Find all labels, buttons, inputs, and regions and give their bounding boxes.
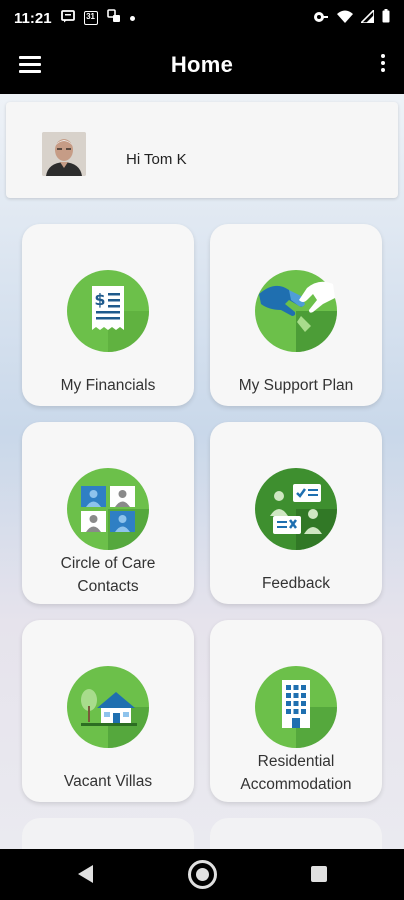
villa-house-icon xyxy=(67,666,149,748)
home-content[interactable]: Hi Tom K $ My Financials My Support Plan… xyxy=(0,94,404,849)
svg-text:$: $ xyxy=(94,290,105,309)
tile-residential-accommodation[interactable]: Residential Accommodation xyxy=(210,620,382,802)
status-bar: 11:21 31 xyxy=(0,0,404,36)
tile-label: Feedback xyxy=(261,575,331,592)
tile-label-line-2: Accommodation xyxy=(240,776,352,793)
helping-hands-icon xyxy=(255,270,337,352)
tile-partial-right[interactable] xyxy=(210,818,382,849)
calendar-date: 31 xyxy=(86,12,95,21)
apps-icon xyxy=(106,9,121,27)
system-navigation-bar xyxy=(0,849,404,900)
apartment-building-icon xyxy=(255,666,337,748)
tile-my-financials[interactable]: $ My Financials xyxy=(22,224,194,406)
recent-apps-icon[interactable] xyxy=(311,866,327,882)
financial-statement-icon: $ xyxy=(67,270,149,352)
tile-my-support-plan[interactable]: My Support Plan xyxy=(210,224,382,406)
signal-icon xyxy=(359,7,375,27)
tile-label-line-2: Contacts xyxy=(77,578,139,595)
message-icon xyxy=(60,9,75,27)
status-time: 11:21 xyxy=(14,9,52,27)
tile-label-line-1: Residential xyxy=(257,753,335,770)
contacts-grid-icon xyxy=(67,468,149,550)
more-vertical-icon[interactable] xyxy=(379,54,387,76)
profile-card[interactable]: Hi Tom K xyxy=(6,102,398,198)
greeting-text: Hi Tom K xyxy=(126,151,187,168)
tile-label: Residential Accommodation xyxy=(214,750,378,796)
tile-label: My Financials xyxy=(60,377,156,394)
tile-vacant-villas[interactable]: Vacant Villas xyxy=(22,620,194,802)
tile-label-line-1: Circle of Care xyxy=(60,555,156,572)
tile-label: My Support Plan xyxy=(238,377,354,394)
hamburger-menu-icon[interactable] xyxy=(19,56,41,74)
home-icon[interactable] xyxy=(188,860,217,889)
tile-circle-of-care-contacts[interactable]: Circle of Care Contacts xyxy=(22,422,194,604)
calendar-icon: 31 xyxy=(83,11,98,25)
tile-label: Circle of Care Contacts xyxy=(26,552,190,598)
tile-partial-left[interactable] xyxy=(22,818,194,849)
vpn-key-icon xyxy=(313,10,329,27)
page-title: Home xyxy=(170,52,234,77)
wifi-icon xyxy=(337,10,353,27)
dot-icon xyxy=(129,15,135,21)
battery-icon xyxy=(382,9,390,27)
tile-feedback[interactable]: Feedback xyxy=(210,422,382,604)
back-icon[interactable] xyxy=(78,865,94,888)
app-bar: Home xyxy=(0,36,404,94)
avatar xyxy=(42,132,86,176)
feedback-chat-icon xyxy=(255,468,337,550)
tile-label: Vacant Villas xyxy=(63,773,153,790)
